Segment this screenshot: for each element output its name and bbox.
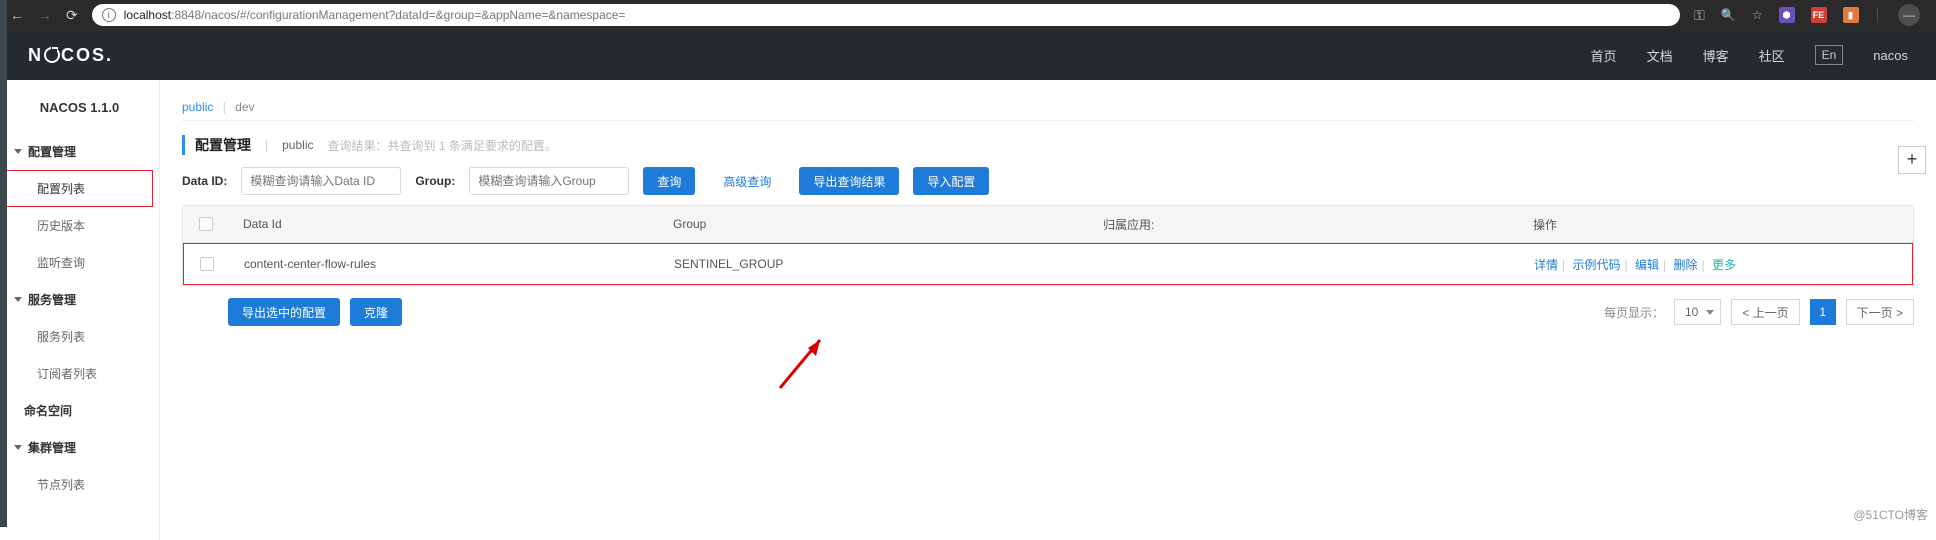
table-header: Data Id Group 归属应用: 操作 xyxy=(183,205,1913,243)
sidebar: NACOS 1.1.0 配置管理 配置列表 历史版本 监听查询 服务管理 服务列… xyxy=(0,80,160,540)
namespace-tabs: public | dev xyxy=(182,94,1914,121)
toolbar-divider: │ xyxy=(1875,8,1883,22)
search-icon[interactable]: 🔍 xyxy=(1721,8,1736,22)
op-delete[interactable]: 删除 xyxy=(1673,258,1697,272)
page-title: 配置管理 xyxy=(195,135,251,155)
namespace-tab-public[interactable]: public xyxy=(182,100,213,114)
sidebar-group-service[interactable]: 服务管理 xyxy=(0,281,159,318)
op-edit[interactable]: 编辑 xyxy=(1635,258,1659,272)
namespace-tab-dev[interactable]: dev xyxy=(235,100,254,114)
clone-button[interactable]: 克隆 xyxy=(350,298,402,326)
col-dataid: Data Id xyxy=(229,217,659,231)
select-all-checkbox[interactable] xyxy=(199,217,213,231)
prev-page-button[interactable]: < 上一页 xyxy=(1731,299,1799,325)
caret-down-icon xyxy=(14,445,22,450)
group-input[interactable] xyxy=(469,167,629,195)
logo[interactable]: N COS. xyxy=(28,45,113,66)
star-icon[interactable]: ☆ xyxy=(1752,8,1763,22)
export-selected-button[interactable]: 导出选中的配置 xyxy=(228,298,340,326)
reload-icon[interactable]: ⟳ xyxy=(66,7,78,24)
import-config-button[interactable]: 导入配置 xyxy=(913,167,989,195)
sidebar-item-service-list[interactable]: 服务列表 xyxy=(6,318,153,355)
add-config-button[interactable]: + xyxy=(1898,146,1926,174)
nav-community[interactable]: 社区 xyxy=(1759,46,1785,65)
op-detail[interactable]: 详情 xyxy=(1534,258,1558,272)
config-table: Data Id Group 归属应用: 操作 content-center-fl… xyxy=(182,205,1914,286)
url-port: :8848 xyxy=(171,8,201,22)
watermark: @51CTO博客 xyxy=(1853,506,1928,523)
sidebar-group-namespace[interactable]: 命名空间 xyxy=(0,392,159,429)
page-title-namespace: public xyxy=(282,138,313,152)
row-dataid: content-center-flow-rules xyxy=(230,257,660,271)
sidebar-group-config[interactable]: 配置管理 xyxy=(0,133,159,170)
browser-toolbar: ← → ⟳ i localhost:8848/nacos/#/configura… xyxy=(0,0,1936,30)
back-icon[interactable]: ← xyxy=(10,7,24,24)
window-left-strip xyxy=(0,0,7,527)
key-icon[interactable]: ⚿ xyxy=(1694,7,1705,24)
filter-bar: Data ID: Group: 查询 高级查询 导出查询结果 导入配置 xyxy=(182,167,1914,195)
sidebar-item-nodes[interactable]: 节点列表 xyxy=(6,466,153,503)
sidebar-item-history[interactable]: 历史版本 xyxy=(6,207,153,244)
extension-icon-2[interactable]: FE xyxy=(1811,7,1827,23)
url-path: /nacos/#/configurationManagement?dataId=… xyxy=(201,8,625,22)
row-checkbox[interactable] xyxy=(200,257,214,271)
row-group: SENTINEL_GROUP xyxy=(660,257,1090,271)
current-page[interactable]: 1 xyxy=(1810,299,1836,325)
row-ops: 详情| 示例代码| 编辑| 删除| 更多 xyxy=(1520,256,1912,273)
annotation-arrow-icon xyxy=(770,330,830,400)
sidebar-item-config-list[interactable]: 配置列表 xyxy=(6,170,153,207)
nav-docs[interactable]: 文档 xyxy=(1647,46,1673,65)
extension-icon-3[interactable]: ▮ xyxy=(1843,7,1859,23)
sidebar-title: NACOS 1.1.0 xyxy=(0,100,159,133)
pagination: 每页显示： 10 < 上一页 1 下一页 > xyxy=(1604,299,1914,325)
table-row: content-center-flow-rules SENTINEL_GROUP… xyxy=(183,243,1913,285)
col-app: 归属应用: xyxy=(1089,216,1519,233)
sidebar-item-subscribers[interactable]: 订阅者列表 xyxy=(6,355,153,392)
col-ops: 操作 xyxy=(1519,216,1913,233)
address-bar[interactable]: i localhost:8848/nacos/#/configurationMa… xyxy=(92,4,1680,26)
export-results-button[interactable]: 导出查询结果 xyxy=(799,167,899,195)
next-page-button[interactable]: 下一页 > xyxy=(1846,299,1914,325)
caret-down-icon xyxy=(14,149,22,154)
nav-user[interactable]: nacos xyxy=(1873,48,1908,63)
per-page-select[interactable]: 10 xyxy=(1674,299,1721,325)
caret-down-icon xyxy=(14,297,22,302)
forward-icon[interactable]: → xyxy=(38,7,52,24)
op-more[interactable]: 更多 xyxy=(1712,258,1736,272)
logo-text-right: COS. xyxy=(61,45,113,66)
logo-text-left: N xyxy=(28,45,43,66)
col-group: Group xyxy=(659,217,1089,231)
nav-blog[interactable]: 博客 xyxy=(1703,46,1729,65)
search-button[interactable]: 查询 xyxy=(643,167,695,195)
site-info-icon[interactable]: i xyxy=(102,8,116,22)
content-area: public | dev 配置管理 | public 查询结果：共查询到 1 条… xyxy=(160,80,1936,540)
dataid-input[interactable] xyxy=(241,167,401,195)
op-sample[interactable]: 示例代码 xyxy=(1572,258,1620,272)
dataid-label: Data ID: xyxy=(182,174,227,188)
ns-separator: | xyxy=(223,100,226,114)
sidebar-group-cluster[interactable]: 集群管理 xyxy=(0,429,159,466)
extension-icon-1[interactable]: ⬢ xyxy=(1779,7,1795,23)
lang-switch[interactable]: En xyxy=(1815,45,1844,65)
group-label: Group: xyxy=(415,174,455,188)
per-page-label: 每页显示： xyxy=(1604,304,1664,321)
advanced-search-button[interactable]: 高级查询 xyxy=(709,167,785,195)
page-title-hint: 查询结果：共查询到 1 条满足要求的配置。 xyxy=(327,137,556,154)
logo-a-icon xyxy=(43,46,61,64)
app-header: N COS. 首页 文档 博客 社区 En nacos xyxy=(0,30,1936,80)
chevron-down-icon xyxy=(1706,310,1714,315)
nav-home[interactable]: 首页 xyxy=(1591,46,1617,65)
url-host: localhost xyxy=(124,8,171,22)
browser-menu-icon[interactable]: — xyxy=(1898,4,1920,26)
sidebar-item-listeners[interactable]: 监听查询 xyxy=(6,244,153,281)
